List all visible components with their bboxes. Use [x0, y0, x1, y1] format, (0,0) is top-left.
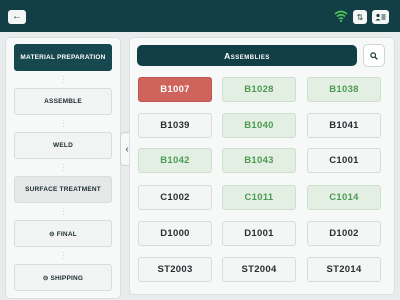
tile-label: ST2003 — [157, 264, 193, 275]
assembly-tile[interactable]: B1040 — [222, 113, 296, 138]
tile-label: B1039 — [160, 120, 190, 131]
assembly-tile[interactable]: B1039 — [138, 113, 212, 138]
step-material-preparation[interactable]: MATERIAL PREPARATION — [14, 44, 112, 71]
assembly-tile[interactable]: ST2004 — [222, 257, 296, 282]
assembly-tile[interactable]: D1002 — [307, 221, 381, 246]
step-connector: · · · — [62, 118, 65, 130]
step-weld[interactable]: WELD — [14, 132, 112, 159]
tile-label: D1000 — [160, 228, 190, 239]
step-connector: · · · — [62, 250, 65, 262]
step-connector: · · · — [62, 162, 65, 174]
back-button[interactable]: ← — [8, 10, 26, 24]
tile-label: D1002 — [329, 228, 359, 239]
assembly-tile[interactable]: B1038 — [307, 77, 381, 102]
step-shipping[interactable]: ⊝ SHIPPING — [14, 264, 112, 291]
top-bar: ← ⇅ — [0, 0, 400, 32]
assembly-tile[interactable]: B1041 — [307, 113, 381, 138]
assemblies-header: Assemblies — [137, 45, 357, 66]
tile-label: B1041 — [329, 120, 359, 131]
assembly-tile[interactable]: D1001 — [222, 221, 296, 246]
tile-label: D1001 — [244, 228, 274, 239]
tile-label: C1001 — [329, 155, 359, 166]
assembly-tile[interactable]: C1001 — [307, 148, 381, 173]
step-label: ASSEMBLE — [44, 98, 82, 105]
tile-label: B1040 — [244, 120, 274, 131]
assembly-tile[interactable]: ST2014 — [307, 257, 381, 282]
tile-label: B1038 — [329, 84, 359, 95]
assembly-tile[interactable]: C1002 — [138, 185, 212, 210]
tile-label: B1043 — [244, 155, 274, 166]
assembly-tile[interactable]: B1028 — [222, 77, 296, 102]
step-label: MATERIAL PREPARATION — [20, 54, 106, 61]
tile-label: C1002 — [160, 192, 190, 203]
assembly-tile[interactable]: D1000 — [138, 221, 212, 246]
search-icon — [370, 51, 378, 60]
tile-label: B1042 — [160, 155, 190, 166]
user-button[interactable] — [372, 10, 389, 24]
arrow-left-icon: ← — [12, 11, 22, 22]
step-label: ⊝ FINAL — [49, 230, 77, 238]
tile-label: C1014 — [329, 192, 359, 203]
step-assemble[interactable]: ASSEMBLE — [14, 88, 112, 115]
step-final[interactable]: ⊝ FINAL — [14, 220, 112, 247]
sync-button[interactable]: ⇅ — [353, 10, 367, 24]
step-label: SURFACE TREATMENT — [25, 186, 101, 193]
chevron-left-icon: ‹ — [125, 143, 129, 155]
tile-label: B1028 — [244, 84, 274, 95]
sync-icon: ⇅ — [356, 12, 364, 22]
tile-label: ST2004 — [241, 264, 277, 275]
workflow-panel: MATERIAL PREPARATION · · · ASSEMBLE · · · WE… — [6, 38, 120, 298]
tile-label: ST2014 — [326, 264, 362, 275]
page-title: Assemblies — [224, 50, 270, 61]
assembly-tile[interactable]: B1007 — [138, 77, 212, 102]
step-connector: · · · — [62, 206, 65, 218]
user-card-icon — [375, 13, 386, 21]
assembly-tile[interactable]: C1011 — [222, 185, 296, 210]
assembly-tile[interactable]: B1043 — [222, 148, 296, 173]
tile-label: B1007 — [160, 84, 190, 95]
step-surface-treatment[interactable]: SURFACE TREATMENT — [14, 176, 112, 203]
step-label: WELD — [53, 142, 73, 149]
wifi-icon — [334, 10, 348, 23]
step-connector: · · · — [62, 74, 65, 86]
assembly-tile[interactable]: C1014 — [307, 185, 381, 210]
assembly-tile[interactable]: ST2003 — [138, 257, 212, 282]
step-label: ⊝ SHIPPING — [42, 274, 84, 282]
tile-label: C1011 — [244, 192, 274, 203]
search-button[interactable] — [364, 45, 384, 66]
assembly-tile[interactable]: B1042 — [138, 148, 212, 173]
